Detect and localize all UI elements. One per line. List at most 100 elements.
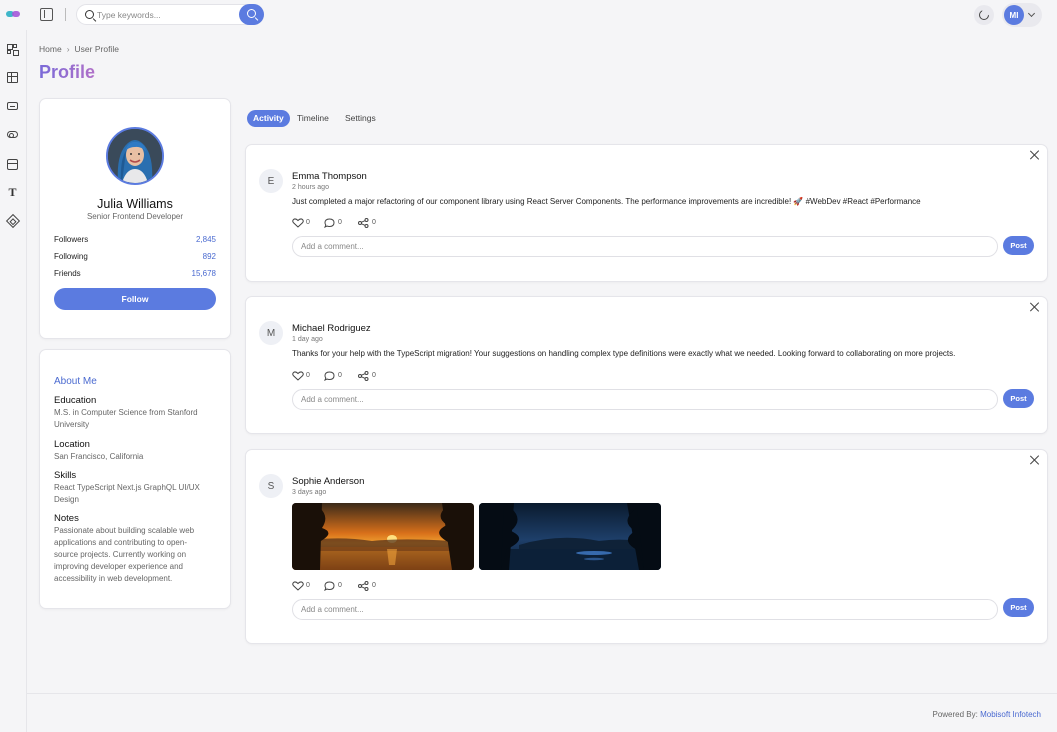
stat-label: Followers [54, 235, 89, 244]
like-count: 0 [306, 219, 310, 226]
search-icon [85, 10, 94, 19]
sidebar-toggle-icon[interactable] [40, 8, 53, 21]
tab-activity[interactable]: Activity [247, 110, 290, 127]
post-avatar: S [259, 474, 283, 498]
post-author[interactable]: Michael Rodriguez [292, 323, 371, 334]
post-text: Thanks for your help with the TypeScript… [292, 349, 956, 358]
location-value: San Francisco, California [54, 452, 144, 461]
footer-text: Powered By: Mobisoft Infotech [932, 710, 1041, 719]
search-button[interactable] [239, 4, 264, 25]
follow-button[interactable]: Follow [54, 288, 216, 310]
dashboard-icon[interactable] [7, 44, 19, 56]
stat-label: Following [54, 252, 88, 261]
share-count: 0 [372, 582, 376, 589]
comment-input[interactable] [292, 599, 998, 620]
comment-icon [324, 371, 335, 381]
page-title: Profile [39, 62, 96, 82]
close-icon[interactable] [1030, 150, 1040, 160]
footer-brand-link[interactable]: Mobisoft Infotech [980, 710, 1041, 719]
user-avatar: MI [1004, 5, 1024, 25]
typography-icon[interactable]: T [7, 186, 18, 198]
calendar-icon[interactable] [7, 159, 18, 170]
profile-card: Julia Williams Senior Frontend Developer… [39, 98, 231, 339]
tab-timeline[interactable]: Timeline [291, 110, 335, 127]
heart-icon [292, 371, 304, 381]
post-time: 3 days ago [292, 489, 327, 496]
heart-icon [292, 218, 304, 228]
card-icon[interactable] [7, 102, 18, 110]
location-label: Location [54, 439, 90, 450]
post-card: E Emma Thompson 2 hours ago Just complet… [245, 144, 1048, 282]
share-count: 0 [372, 219, 376, 226]
header-divider [65, 8, 66, 21]
post-image-moonlit-lake[interactable] [479, 503, 661, 570]
search-input[interactable] [97, 8, 237, 21]
stat-label: Friends [54, 269, 81, 278]
comment-input[interactable] [292, 236, 998, 257]
footer-prefix: Powered By: [932, 710, 978, 719]
notes-value: Passionate about building scalable web a… [54, 526, 195, 583]
breadcrumb: Home › User Profile [39, 44, 119, 54]
close-icon[interactable] [1030, 455, 1040, 465]
post-comment-button[interactable]: Post [1003, 236, 1034, 255]
post-author[interactable]: Sophie Anderson [292, 476, 364, 487]
comment-count: 0 [338, 582, 342, 589]
stat-value: 15,678 [191, 269, 216, 278]
tab-settings[interactable]: Settings [339, 110, 382, 127]
stat-value: 2,845 [195, 235, 216, 244]
post-comment-button[interactable]: Post [1003, 598, 1034, 617]
share-icon [358, 371, 369, 381]
post-text: Just completed a major refactoring of ou… [292, 197, 921, 206]
toggle-icon[interactable] [7, 131, 18, 138]
profile-role: Senior Frontend Developer [86, 212, 184, 221]
comment-count: 0 [338, 219, 342, 226]
post-image-sunset[interactable] [292, 503, 474, 570]
close-icon[interactable] [1030, 302, 1040, 312]
skills-value: React TypeScript Next.js GraphQL UI/UX D… [54, 483, 200, 504]
education-value: M.S. in Computer Science from Stanford U… [54, 408, 198, 429]
sidebar-rail: T [0, 30, 27, 732]
share-icon [358, 581, 369, 591]
post-actions: 0 0 0 [292, 370, 412, 382]
post-avatar: M [259, 321, 283, 345]
skills-label: Skills [54, 470, 77, 481]
profile-name: Julia Williams [97, 197, 173, 211]
education-label: Education [54, 395, 97, 406]
user-menu[interactable]: MI [1002, 3, 1042, 27]
search-icon [247, 9, 256, 18]
moon-icon [979, 8, 990, 20]
post-actions: 0 0 0 [292, 580, 412, 592]
chevron-right-icon: › [66, 44, 70, 54]
footer: Powered By: Mobisoft Infotech [27, 693, 1057, 732]
comment-count: 0 [338, 372, 342, 379]
comment-input[interactable] [292, 389, 998, 410]
stat-following: Following 892 [54, 252, 216, 262]
comment-icon [324, 581, 335, 591]
post-author[interactable]: Emma Thompson [292, 171, 367, 182]
about-card: About Me Education M.S. in Computer Scie… [39, 349, 231, 609]
search-bar [76, 4, 264, 25]
breadcrumb-home[interactable]: Home [39, 44, 62, 54]
share-count: 0 [372, 372, 376, 379]
components-icon[interactable] [5, 213, 21, 229]
like-count: 0 [306, 582, 310, 589]
theme-toggle-button[interactable] [974, 5, 994, 25]
comment-icon [324, 218, 335, 228]
about-title: About Me [54, 376, 97, 387]
table-icon[interactable] [7, 72, 18, 83]
profile-avatar [106, 127, 164, 185]
chevron-down-icon [1027, 9, 1036, 18]
post-card: M Michael Rodriguez 1 day ago Thanks for… [245, 296, 1048, 434]
heart-icon [292, 581, 304, 591]
stat-friends: Friends 15,678 [54, 269, 216, 279]
top-header: MI [0, 0, 1057, 30]
post-comment-button[interactable]: Post [1003, 389, 1034, 408]
share-icon [358, 218, 369, 228]
stat-followers: Followers 2,845 [54, 235, 216, 245]
app-logo[interactable] [6, 10, 20, 18]
post-card: S Sophie Anderson 3 days ago 0 0 0 Add a… [245, 449, 1048, 644]
post-avatar: E [259, 169, 283, 193]
like-count: 0 [306, 372, 310, 379]
post-actions: 0 0 0 [292, 217, 412, 229]
post-time: 1 day ago [292, 336, 323, 343]
